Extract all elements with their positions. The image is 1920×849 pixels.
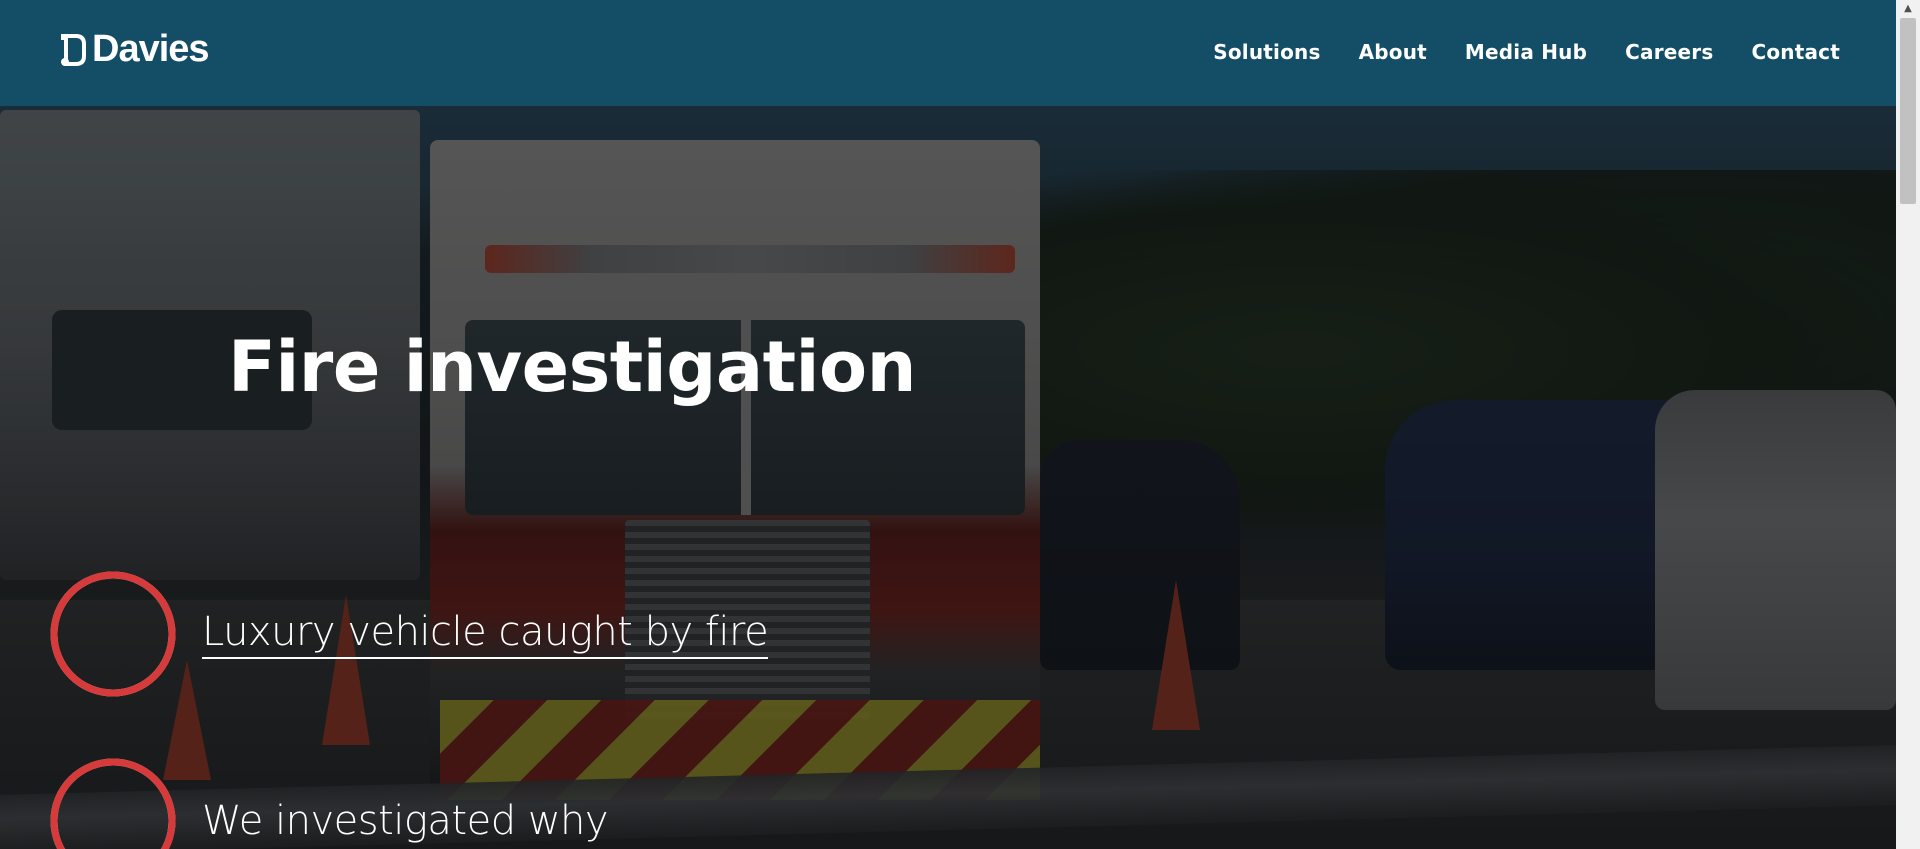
nav-contact[interactable]: Contact xyxy=(1751,40,1840,64)
step-link-luxury-vehicle[interactable]: Luxury vehicle caught by fire xyxy=(202,609,769,659)
step-label-investigated[interactable]: We investigated why xyxy=(202,798,609,844)
story-step[interactable]: Luxury vehicle caught by fire xyxy=(50,571,769,697)
progress-ring-icon xyxy=(50,571,176,697)
nav-solutions[interactable]: Solutions xyxy=(1213,40,1320,64)
nav-careers[interactable]: Careers xyxy=(1625,40,1713,64)
nav-about[interactable]: About xyxy=(1359,40,1427,64)
site-header: Davies Solutions About Media Hub Careers… xyxy=(0,0,1896,106)
page-title: Fire investigation xyxy=(228,326,916,408)
progress-ring-icon xyxy=(50,758,176,849)
main-nav: Solutions About Media Hub Careers Contac… xyxy=(1213,40,1840,64)
hero-background-photo xyxy=(0,0,1896,849)
davies-logo-icon xyxy=(61,33,86,66)
story-step[interactable]: We investigated why xyxy=(50,758,609,849)
scroll-up-icon[interactable]: ▲ xyxy=(1901,2,1915,16)
page-scrollbar[interactable]: ▲ xyxy=(1896,0,1920,849)
logo-link[interactable]: Davies xyxy=(60,28,210,71)
scroll-thumb[interactable] xyxy=(1900,18,1916,204)
brand-name: Davies xyxy=(92,28,210,70)
nav-media-hub[interactable]: Media Hub xyxy=(1465,40,1587,64)
